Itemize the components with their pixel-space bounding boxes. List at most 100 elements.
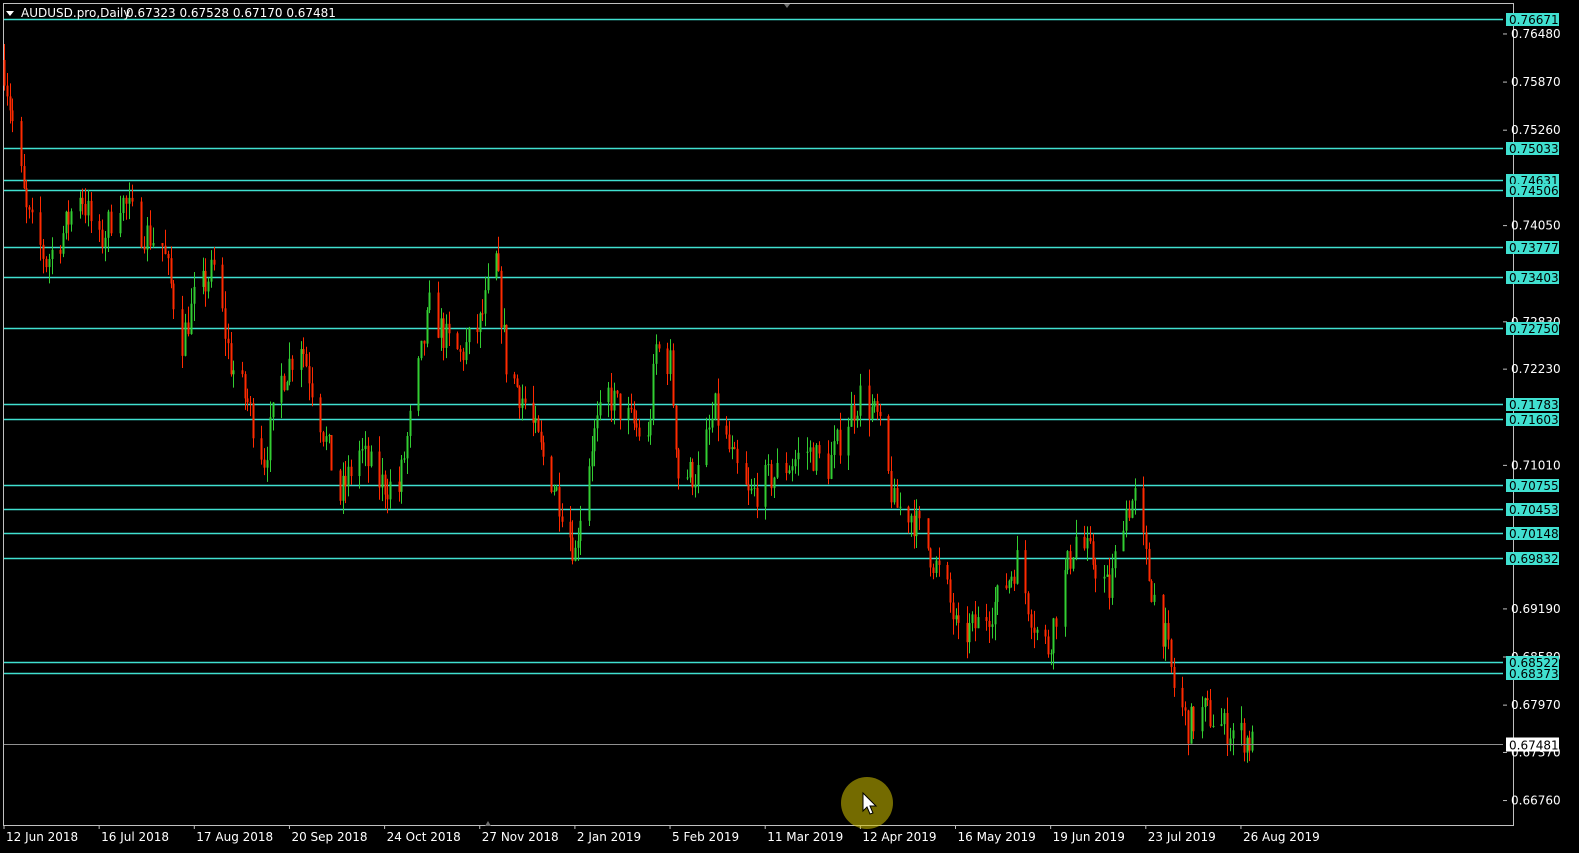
candle-body xyxy=(51,249,54,260)
candle-body xyxy=(1173,666,1176,688)
level-label: 0.75033 xyxy=(1509,142,1559,156)
candle-body xyxy=(1008,580,1011,589)
candle-body xyxy=(955,615,958,620)
candle xyxy=(815,443,818,475)
candle-body xyxy=(974,614,977,629)
candle-body xyxy=(996,585,999,602)
candle xyxy=(140,197,143,249)
candle-body xyxy=(833,441,836,455)
candle-body xyxy=(756,487,759,507)
candle-body xyxy=(1209,700,1212,727)
candle-body xyxy=(378,451,381,488)
candle xyxy=(221,257,224,312)
candle-body xyxy=(815,445,818,471)
candle-body xyxy=(853,405,856,421)
candle-body xyxy=(70,211,73,225)
level-label: 0.76671 xyxy=(1509,13,1559,27)
candle-body xyxy=(384,474,387,495)
candle-body xyxy=(87,200,90,216)
candle-body xyxy=(532,402,535,423)
candle-body xyxy=(260,438,263,460)
candle-body xyxy=(569,521,572,538)
candle-body xyxy=(728,434,731,450)
candle-body xyxy=(879,411,882,417)
price-chart[interactable]: 0.764800.758700.752600.740500.728300.722… xyxy=(0,0,1579,849)
candle-body xyxy=(555,487,558,491)
level-label: 0.70148 xyxy=(1509,527,1559,541)
candle-body xyxy=(462,351,465,361)
candle-body xyxy=(791,466,794,471)
candle-body xyxy=(445,323,448,348)
candle-body xyxy=(859,385,862,416)
candle xyxy=(672,343,675,409)
candle-body xyxy=(161,243,164,246)
candle-body xyxy=(652,363,655,420)
candle-body xyxy=(850,405,853,427)
candle-body xyxy=(505,324,508,375)
candle-body xyxy=(839,429,842,456)
candle-body xyxy=(579,520,582,541)
candle-body xyxy=(20,121,23,167)
candle xyxy=(330,435,333,471)
candle-body xyxy=(949,579,952,603)
candle-body xyxy=(367,445,370,467)
candle xyxy=(456,331,459,350)
candle-body xyxy=(524,398,527,403)
candle-body xyxy=(708,427,711,430)
candle-body xyxy=(1192,706,1195,732)
candle-body xyxy=(1125,509,1128,531)
candle-body xyxy=(193,286,196,304)
candle-body xyxy=(599,402,602,416)
candle-body xyxy=(1206,698,1209,701)
candle-body xyxy=(152,243,155,246)
candle-body xyxy=(518,386,521,408)
price-tick-label: 0.71010 xyxy=(1511,458,1561,472)
candle-body xyxy=(330,435,333,471)
candle-body xyxy=(456,333,459,350)
candle xyxy=(1150,579,1153,603)
candle-body xyxy=(616,390,619,394)
candle-body xyxy=(1106,574,1109,577)
candle-body xyxy=(946,564,949,580)
candle-body xyxy=(773,477,776,489)
candle-body xyxy=(521,398,524,408)
candle-body xyxy=(149,225,152,246)
candle-body xyxy=(170,258,173,284)
candle-body xyxy=(929,548,932,568)
level-label: 0.69832 xyxy=(1509,552,1559,566)
candle-body xyxy=(971,614,974,624)
time-tick-label: 16 May 2019 xyxy=(958,830,1036,844)
time-tick-label: 2 Jan 2019 xyxy=(577,830,641,844)
candle-body xyxy=(1204,698,1207,708)
candle-body xyxy=(1030,614,1033,628)
candle-body xyxy=(630,407,633,410)
candle-body xyxy=(1170,639,1173,667)
candle-body xyxy=(84,203,87,216)
candle-body xyxy=(398,481,401,492)
candle-body xyxy=(1220,724,1223,726)
candle-body xyxy=(876,401,879,412)
candle-body xyxy=(1013,576,1016,584)
candle-body xyxy=(694,484,697,488)
candle-body xyxy=(571,537,574,561)
candle-body xyxy=(1024,550,1027,594)
candle-body xyxy=(868,385,871,420)
candle-body xyxy=(25,188,28,208)
candle-body xyxy=(269,417,272,461)
candle-body xyxy=(1111,568,1114,598)
candle-body xyxy=(409,410,412,436)
candle-body xyxy=(932,567,935,573)
candle-body xyxy=(1086,538,1089,549)
candle-body xyxy=(468,327,471,343)
chart-window[interactable]: 0.76480 0.75870 0.75260 0.74050 0.72830 0.722… xyxy=(0,0,1579,849)
candle-body xyxy=(988,620,991,627)
candle-body xyxy=(213,259,216,265)
candle-body xyxy=(574,547,577,561)
candle-body xyxy=(677,449,680,479)
candle-body xyxy=(593,428,596,452)
candle-body xyxy=(655,344,658,364)
candle-body xyxy=(328,435,331,437)
candle-body xyxy=(79,197,82,212)
candle-body xyxy=(1075,536,1078,558)
candle-body xyxy=(938,560,941,565)
